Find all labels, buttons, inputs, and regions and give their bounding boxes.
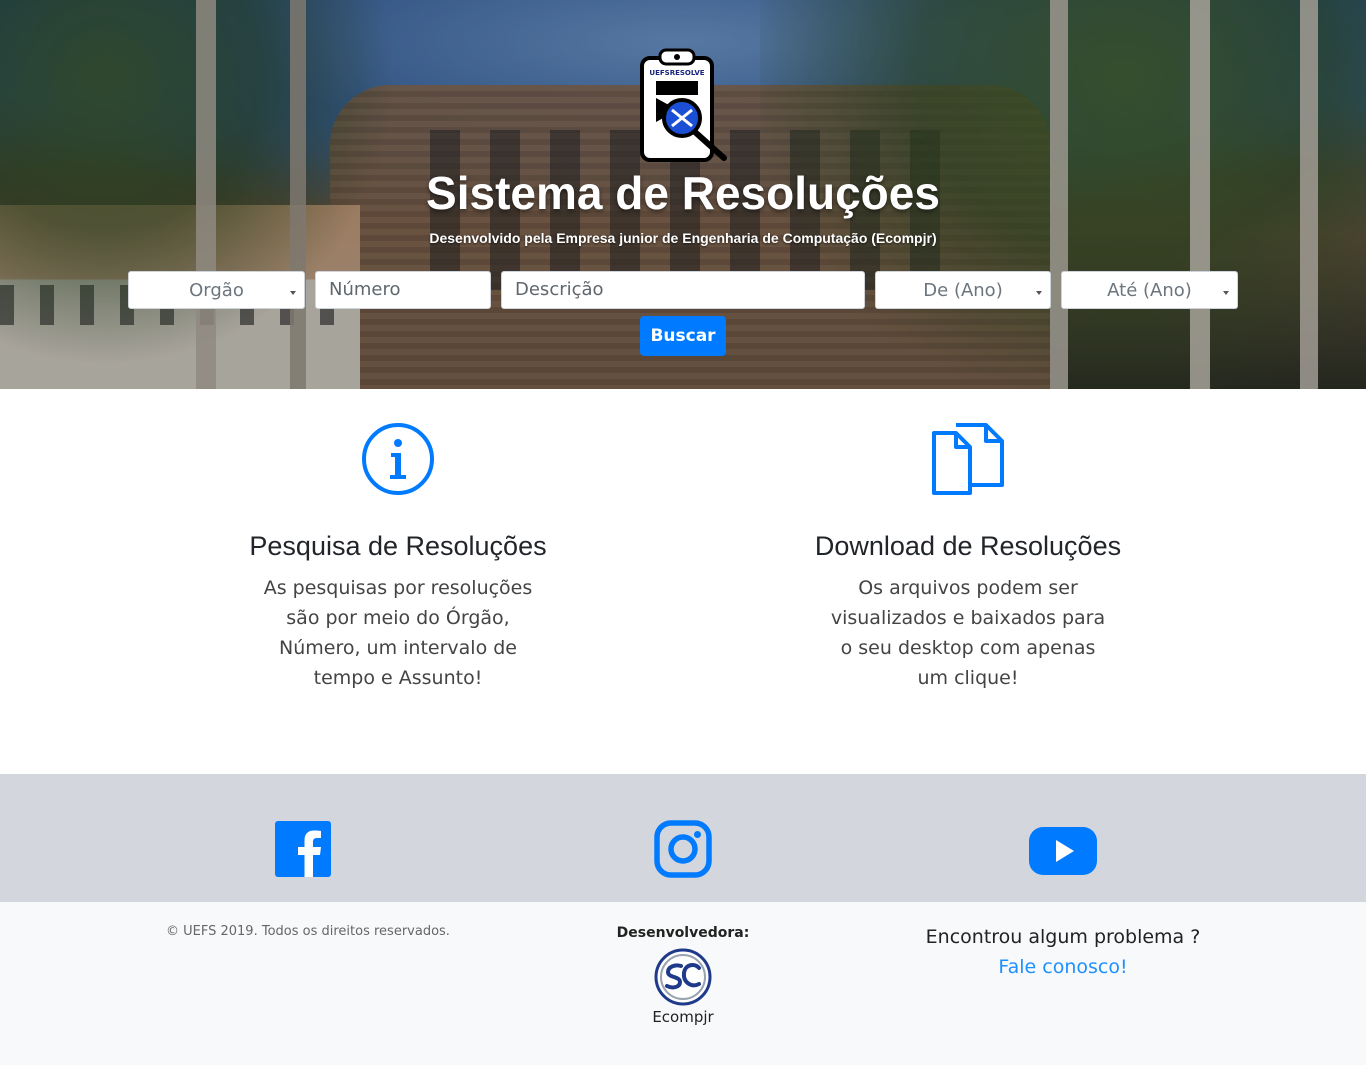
developer-name: Ecompjr [652,1008,714,1026]
uefsresolve-logo: UEFSRESOLVE [640,48,727,162]
developer-label: Desenvolvedora: [616,925,750,941]
orgao-select[interactable]: Orgão [128,271,305,309]
numero-input[interactable]: Número [315,271,491,309]
info-icon [362,423,434,495]
contact-link[interactable]: Fale conosco! [883,956,1243,978]
ecompjr-logo [654,948,712,1006]
de-ano-select-value: De (Ano) [923,280,1003,301]
footer: © UEFS 2019. Todos os direitos reservado… [0,902,1366,1065]
page-subtitle: Desenvolvido pela Empresa junior de Enge… [429,230,937,246]
features-section: Pesquisa de Resoluções As pesquisas por … [0,389,1366,774]
hero-content: UEFSRESOLVE Sistema de Resoluções Desenv… [0,0,1366,389]
feature-text: As pesquisas por resoluções são por meio… [263,577,533,689]
facebook-icon[interactable] [273,819,333,879]
chevron-down-icon [290,291,296,295]
orgao-select-value: Orgão [189,280,244,301]
feature-title: Download de Resoluções [814,531,1122,561]
buscar-button[interactable]: Buscar [640,316,726,356]
documents-icon [932,423,1004,495]
feature-title: Pesquisa de Resoluções [249,531,547,561]
logo-lettering: UEFSRESOLVE [649,69,704,77]
de-ano-select[interactable]: De (Ano) [875,271,1051,309]
ate-ano-select-value: Até (Ano) [1107,280,1192,301]
social-bar [0,774,1366,902]
youtube-icon[interactable] [1028,821,1098,881]
instagram-icon[interactable] [653,819,713,879]
copyright-text: © UEFS 2019. Todos os direitos reservado… [166,924,450,939]
problem-text: Encontrou algum problema ? [925,926,1201,948]
feature-text: Os arquivos podem ser visualizados e bai… [830,577,1106,689]
chevron-down-icon [1223,291,1229,295]
chevron-down-icon [1036,291,1042,295]
descricao-input[interactable]: Descrição [501,271,865,309]
hero-banner: UEFSRESOLVE Sistema de Resoluções Desenv… [0,0,1366,389]
page-title: Sistema de Resoluções [426,167,940,219]
ate-ano-select[interactable]: Até (Ano) [1061,271,1238,309]
